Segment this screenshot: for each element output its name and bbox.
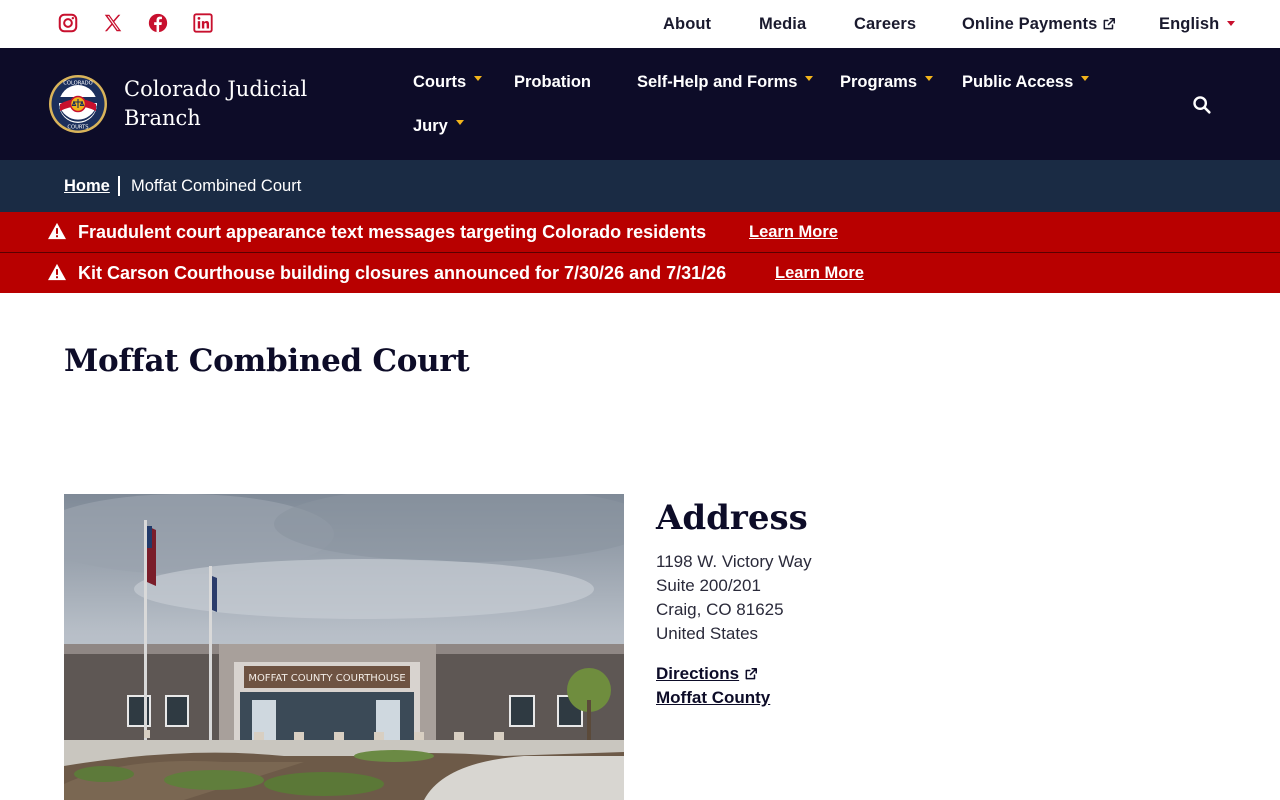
- alert-banner: Kit Carson Courthouse building closures …: [0, 253, 1280, 293]
- alert-text: Fraudulent court appearance text message…: [78, 222, 707, 242]
- search-icon[interactable]: [1191, 94, 1213, 116]
- address-line-city: Craig, CO 81625: [656, 600, 784, 619]
- nav-self-help-label: Self-Help and Forms: [637, 73, 798, 91]
- nav-public-access[interactable]: Public Access: [962, 73, 1090, 92]
- nav-jury[interactable]: Jury: [413, 117, 464, 136]
- address-line-street: 1198 W. Victory Way: [656, 552, 812, 571]
- language-selector[interactable]: English: [1159, 15, 1236, 34]
- alert-banner: Fraudulent court appearance text message…: [0, 212, 1280, 252]
- alert-learn-more-link[interactable]: Learn More: [749, 223, 838, 242]
- facebook-icon[interactable]: [147, 12, 169, 34]
- nav-programs[interactable]: Programs: [840, 73, 934, 92]
- main-navigation: COLORADO COURTS Colorado Judicial Branch…: [0, 48, 1280, 160]
- breadcrumb-separator: [118, 176, 120, 196]
- breadcrumb-current: Moffat Combined Court: [131, 177, 302, 195]
- x-icon[interactable]: [102, 12, 124, 34]
- caret-down-icon: [1227, 21, 1236, 26]
- nav-probation-label: Probation: [514, 73, 591, 91]
- site-title-line1: Colorado Judicial: [124, 77, 308, 101]
- seal-text-top: COLORADO: [63, 81, 93, 87]
- about-link[interactable]: About: [663, 15, 711, 34]
- directions-link[interactable]: Directions: [656, 664, 758, 684]
- caret-down-icon: [474, 76, 483, 81]
- colorado-courts-seal-logo[interactable]: COLORADO COURTS: [48, 74, 108, 134]
- instagram-icon[interactable]: [57, 12, 79, 34]
- nav-public-access-label: Public Access: [962, 73, 1074, 91]
- media-link[interactable]: Media: [759, 15, 806, 34]
- courthouse-image: MOFFAT COUNTY COURTHOUSE: [64, 494, 624, 800]
- nav-programs-label: Programs: [840, 73, 918, 91]
- alert-text: Kit Carson Courthouse building closures …: [78, 263, 727, 283]
- directions-label: Directions: [656, 664, 740, 683]
- seal-text-bottom: COURTS: [67, 125, 88, 131]
- warning-icon: [48, 222, 66, 240]
- nav-jury-label: Jury: [413, 117, 448, 135]
- site-title-line2: Branch: [124, 106, 201, 130]
- courthouse-photo: MOFFAT COUNTY COURTHOUSE: [64, 494, 624, 800]
- linkedin-icon[interactable]: [192, 12, 214, 34]
- caret-down-icon: [925, 76, 934, 81]
- caret-down-icon: [805, 76, 814, 81]
- utility-bar: About Media Careers Online Payments Engl…: [0, 0, 1280, 48]
- nav-courts-label: Courts: [413, 73, 467, 91]
- caret-down-icon: [455, 120, 464, 125]
- language-label: English: [1159, 15, 1220, 33]
- breadcrumb: Home Moffat Combined Court: [0, 160, 1280, 212]
- address-heading: Address: [656, 498, 808, 538]
- site-title[interactable]: Colorado Judicial Branch: [124, 75, 354, 133]
- external-link-icon: [1103, 17, 1116, 30]
- warning-icon: [48, 263, 66, 281]
- address-line-suite: Suite 200/201: [656, 576, 761, 595]
- nav-courts[interactable]: Courts: [413, 73, 483, 92]
- moffat-county-link[interactable]: Moffat County: [656, 688, 770, 708]
- breadcrumb-home-link[interactable]: Home: [64, 177, 110, 196]
- nav-self-help-forms[interactable]: Self-Help and Forms: [637, 73, 814, 92]
- online-payments-link[interactable]: Online Payments: [962, 15, 1116, 34]
- careers-link[interactable]: Careers: [854, 15, 916, 34]
- courthouse-sign: MOFFAT COUNTY COURTHOUSE: [248, 673, 405, 684]
- alert-learn-more-link[interactable]: Learn More: [775, 264, 864, 283]
- online-payments-label: Online Payments: [962, 15, 1098, 33]
- page-title: Moffat Combined Court: [64, 343, 470, 379]
- address-line-country: United States: [656, 624, 759, 643]
- external-link-icon: [745, 667, 758, 680]
- nav-probation[interactable]: Probation: [514, 73, 591, 92]
- caret-down-icon: [1081, 76, 1090, 81]
